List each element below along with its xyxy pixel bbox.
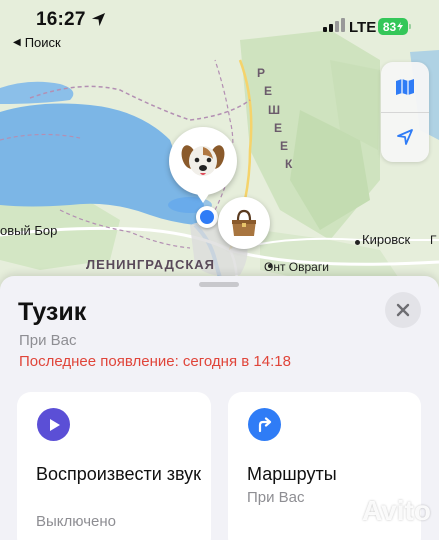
map-label-edge: Г (430, 233, 437, 247)
kirovsk-dot (355, 240, 360, 245)
item-name: Тузик (18, 298, 87, 326)
dog-pin[interactable] (169, 127, 237, 203)
handbag-emoji-icon (232, 209, 256, 236)
map-label-kirovsk: Кировск (362, 232, 411, 247)
location-arrow-icon (397, 129, 413, 145)
my-location-dot (196, 206, 218, 228)
cell-signal-icon (323, 18, 345, 32)
map-view[interactable]: овый Бор ЛЕНИНГРАДСКАЯ Кировск Онт Овраг… (0, 0, 439, 300)
map-icon (396, 79, 414, 95)
charging-bolt-icon (397, 22, 404, 31)
region-letter: Е (280, 139, 290, 153)
location-services-icon (91, 12, 106, 27)
close-icon (396, 303, 410, 317)
battery-tip (409, 24, 411, 29)
watermark: Avito (362, 495, 431, 526)
handbag-pin[interactable] (218, 197, 270, 249)
region-letter: Е (264, 84, 274, 98)
back-chevron-icon: ◀ (13, 37, 21, 48)
map-label-district: ЛЕНИНГРАДСКАЯ (86, 257, 215, 272)
status-time: 16:27 (36, 9, 86, 30)
play-icon (49, 418, 60, 431)
play-icon-circle (37, 408, 70, 441)
map-label-town: овый Бор (0, 223, 58, 238)
region-letter: Р (257, 66, 267, 80)
status-bar: 16:27 ◀ Поиск LTE 83 (0, 0, 439, 52)
route-icon-circle (248, 408, 281, 441)
directions-label: Маршруты (247, 464, 337, 484)
directions-status: При Вас (247, 489, 305, 506)
play-sound-status: Выключено (36, 513, 116, 530)
map-type-button[interactable] (381, 62, 429, 112)
dog-emoji-icon (181, 145, 225, 176)
play-sound-label: Воспроизвести звук (36, 464, 202, 484)
locate-me-button[interactable] (381, 112, 429, 162)
map-label-ont-ovragi: Онт Овраги (264, 260, 329, 274)
battery-level: 83 (382, 19, 397, 34)
region-letter: К (285, 157, 294, 171)
region-letter: Е (274, 121, 284, 135)
item-location: При Вас (19, 332, 77, 349)
last-seen-text: Последнее появление: сегодня в 14:18 (19, 353, 291, 370)
back-to-search-link[interactable]: ◀ Поиск (13, 35, 61, 50)
battery-indicator: 83 (378, 18, 408, 35)
map-controls (381, 62, 429, 162)
avito-logo-icon (333, 504, 359, 528)
region-letter: Ш (268, 103, 282, 117)
back-label: Поиск (24, 35, 61, 50)
close-button[interactable] (385, 292, 421, 328)
ont-ovragi-dot (268, 264, 272, 268)
network-type: LTE (349, 19, 377, 36)
route-arrow-icon (258, 416, 271, 432)
sheet-grabber[interactable] (199, 282, 239, 287)
play-sound-card[interactable]: Воспроизвести звук Выключено (17, 392, 211, 540)
